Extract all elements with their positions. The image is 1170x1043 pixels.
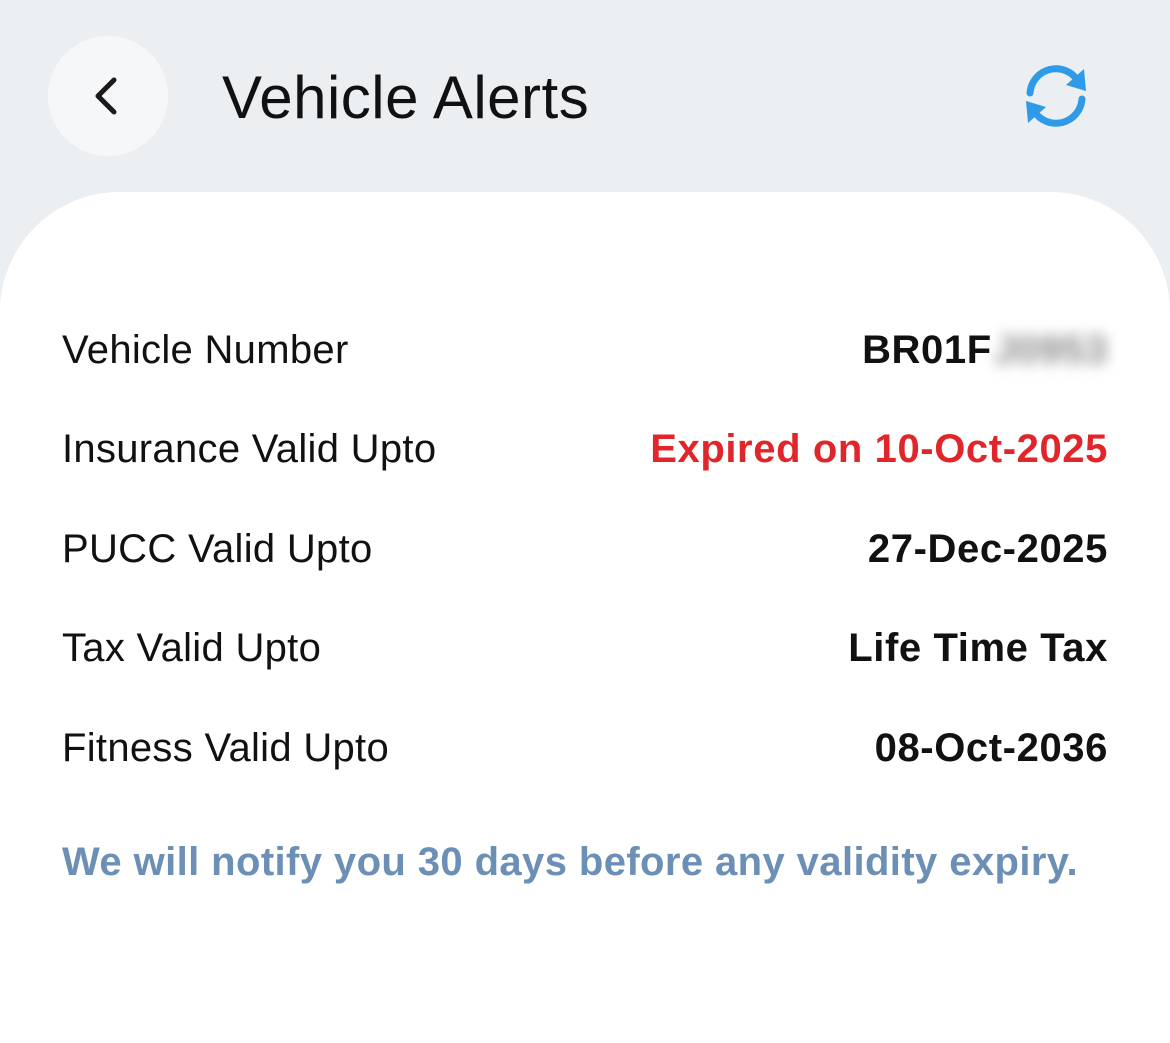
- fitness-label: Fitness Valid Upto: [62, 725, 390, 770]
- insurance-label: Insurance Valid Upto: [62, 426, 437, 471]
- vehicle-number-label: Vehicle Number: [62, 327, 349, 372]
- insurance-row: Insurance Valid Upto Expired on 10-Oct-2…: [62, 421, 1108, 477]
- app-header: Vehicle Alerts: [0, 0, 1170, 192]
- fitness-row: Fitness Valid Upto 08-Oct-2036: [62, 720, 1108, 776]
- chevron-left-icon: [95, 77, 117, 115]
- vehicle-number-value: BR01F J0953: [862, 328, 1108, 373]
- refresh-button[interactable]: [1012, 56, 1100, 136]
- fitness-value: 08-Oct-2036: [874, 725, 1108, 770]
- insurance-value: Expired on 10-Oct-2025: [650, 426, 1108, 471]
- tax-label: Tax Valid Upto: [62, 625, 322, 670]
- vehicle-details-card: Vehicle Number BR01F J0953 Insurance Vali…: [0, 192, 1170, 1043]
- back-button[interactable]: [48, 36, 168, 156]
- refresh-icon: [1026, 65, 1086, 127]
- pucc-row: PUCC Valid Upto 27-Dec-2025: [62, 521, 1108, 577]
- vehicle-number-prefix: BR01F: [862, 327, 992, 372]
- tax-value: Life Time Tax: [848, 625, 1108, 670]
- notification-note: We will notify you 30 days before any va…: [62, 840, 1078, 884]
- vehicle-number-row: Vehicle Number BR01F J0953: [62, 322, 1108, 378]
- pucc-value: 27-Dec-2025: [867, 526, 1108, 571]
- page-title: Vehicle Alerts: [222, 64, 590, 131]
- tax-row: Tax Valid Upto Life Time Tax: [62, 620, 1108, 676]
- vehicle-number-redacted: J0953: [993, 327, 1108, 372]
- pucc-label: PUCC Valid Upto: [62, 526, 373, 571]
